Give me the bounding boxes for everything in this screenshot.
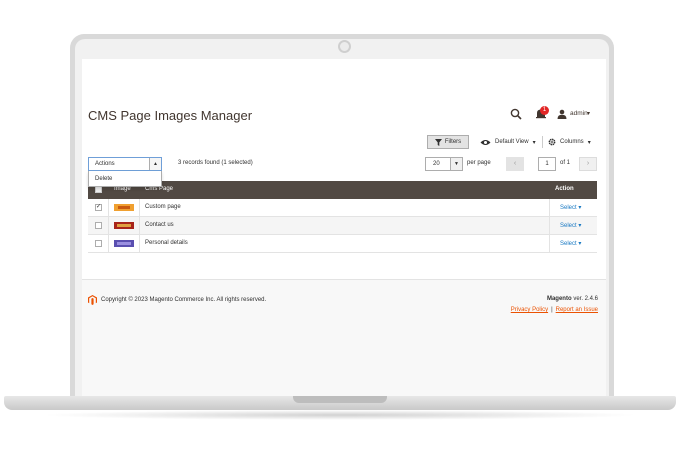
- cms-images-grid: Image Cms Page Action ✓ Custom page Sele…: [88, 181, 597, 253]
- footer-links: Privacy Policy | Report an Issue: [510, 307, 598, 313]
- row-checkbox[interactable]: [95, 240, 102, 247]
- records-count: 3 records found (1 selected): [178, 160, 253, 166]
- actions-dropdown[interactable]: Actions ▲: [88, 157, 162, 171]
- table-row: Contact us Select ▾: [88, 217, 597, 235]
- image-thumbnail: [114, 204, 134, 211]
- table-row: ✓ Custom page Select ▾: [88, 199, 597, 217]
- image-thumbnail: [114, 240, 134, 247]
- privacy-policy-link[interactable]: Privacy Policy: [511, 307, 548, 313]
- user-name[interactable]: admin: [570, 110, 588, 117]
- cms-page-name: Custom page: [145, 204, 181, 210]
- user-menu-chevron-icon[interactable]: ▾: [587, 110, 590, 117]
- columns-label: Columns: [560, 139, 584, 145]
- search-icon[interactable]: [510, 108, 522, 120]
- filters-label: Filters: [444, 139, 462, 145]
- version-number: ver. 2.4.6: [573, 296, 598, 302]
- actions-label: Actions: [95, 161, 115, 167]
- select-all-checkbox[interactable]: [95, 186, 102, 193]
- filters-button[interactable]: Filters: [427, 135, 469, 149]
- page-number-input[interactable]: 1: [538, 157, 556, 171]
- funnel-icon: [434, 138, 442, 146]
- admin-screen: CMS Page Images Manager 1 admin ▾ Filter…: [82, 59, 606, 396]
- view-label: Default View: [495, 139, 529, 145]
- row-action-select[interactable]: Select ▾: [560, 240, 581, 247]
- user-icon[interactable]: [557, 109, 567, 119]
- row-action-select[interactable]: Select ▾: [560, 222, 581, 229]
- view-chevron-icon: ▾: [532, 139, 536, 146]
- gear-icon: [548, 138, 556, 146]
- chevron-down-icon[interactable]: ▼: [450, 158, 462, 170]
- per-page-value: 20: [433, 161, 440, 167]
- notification-badge: 1: [540, 106, 549, 115]
- per-page-select[interactable]: 20 ▼: [425, 157, 463, 171]
- chevron-up-icon[interactable]: ▲: [149, 158, 161, 170]
- row-checkbox[interactable]: ✓: [95, 204, 102, 211]
- per-page-label: per page: [467, 160, 491, 166]
- brand-name: Magento: [546, 296, 572, 302]
- delete-option[interactable]: Delete: [95, 176, 112, 182]
- page-footer: Copyright © 2023 Magento Commerce Inc. A…: [82, 279, 606, 396]
- view-switcher[interactable]: Default View ▾: [480, 135, 536, 149]
- laptop-shadow: [40, 410, 640, 420]
- page-total: of 1: [560, 160, 571, 166]
- columns-switcher[interactable]: Columns ▾: [548, 135, 591, 149]
- image-thumbnail: [114, 222, 134, 229]
- next-page-button[interactable]: ›: [579, 157, 597, 171]
- cms-page-name: Contact us: [145, 222, 174, 228]
- columns-chevron-icon: ▾: [587, 139, 591, 146]
- magento-logo-icon: [88, 295, 97, 305]
- table-row: Personal details Select ▾: [88, 235, 597, 253]
- report-issue-link[interactable]: Report an Issue: [556, 307, 598, 313]
- eye-icon: [480, 139, 491, 145]
- camera-icon: [338, 40, 351, 53]
- grid-header: Image Cms Page Action: [88, 181, 597, 199]
- actions-menu: Delete: [88, 171, 162, 187]
- cms-page-name: Personal details: [145, 240, 188, 246]
- page-title: CMS Page Images Manager: [88, 108, 253, 123]
- column-action: Action: [555, 186, 574, 192]
- laptop-notch: [293, 396, 387, 403]
- version-info: Magento ver. 2.4.6: [547, 296, 598, 302]
- row-action-select[interactable]: Select ▾: [560, 204, 581, 211]
- previous-page-button[interactable]: ‹: [506, 157, 524, 171]
- toolbar-divider: [542, 136, 543, 148]
- row-checkbox[interactable]: [95, 222, 102, 229]
- copyright-text: Copyright © 2023 Magento Commerce Inc. A…: [101, 297, 267, 303]
